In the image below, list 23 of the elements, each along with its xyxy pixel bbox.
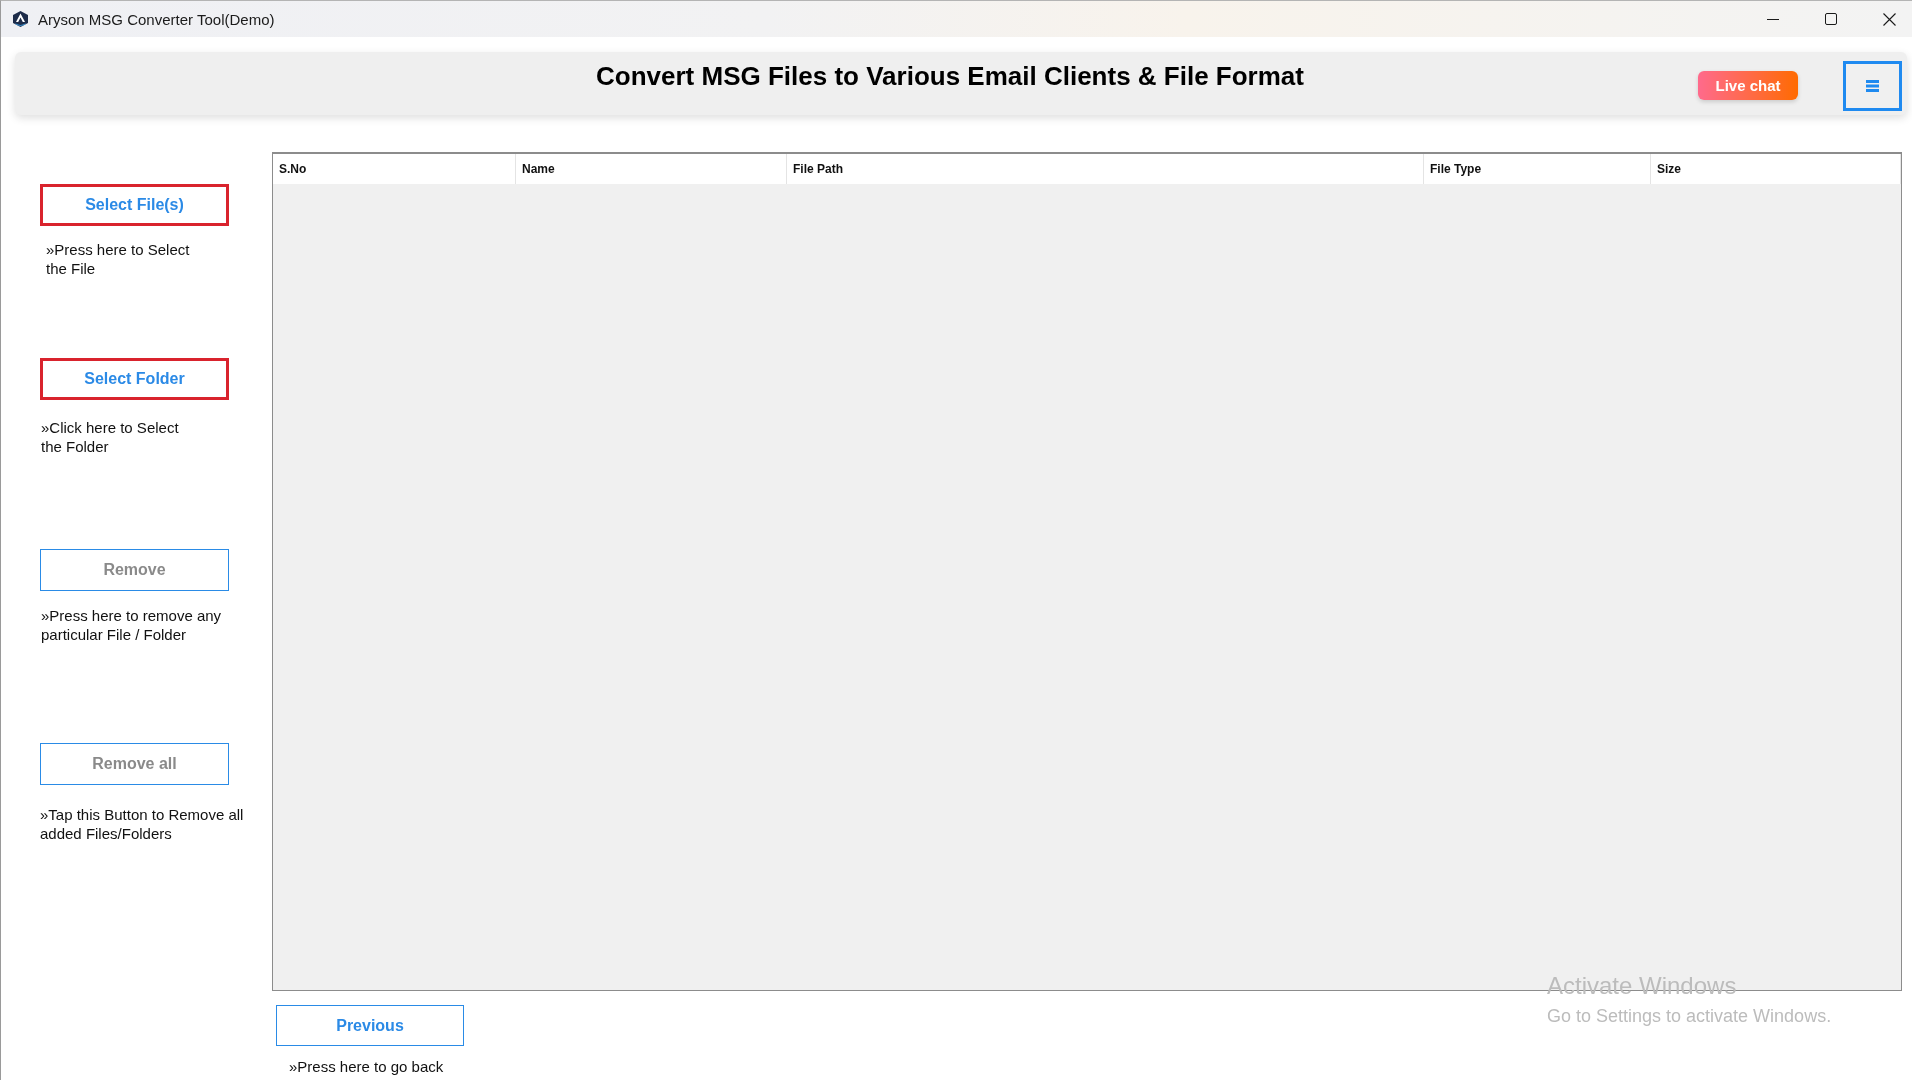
live-chat-button[interactable]: Live chat	[1698, 71, 1798, 100]
action-hint-text: »Press here to Select the File	[46, 240, 191, 278]
sidebar-action-button[interactable]: Select File(s)	[40, 184, 229, 226]
action-hint-text: »Click here to Select the Folder	[41, 418, 180, 456]
maximize-icon[interactable]	[1825, 13, 1837, 25]
column-header: File Path	[787, 154, 1424, 184]
column-header: S.No	[273, 154, 516, 184]
previous-button[interactable]: Previous	[276, 1005, 464, 1046]
column-header: File Type	[1424, 154, 1651, 184]
previous-hint-text: »Press here to go back	[289, 1057, 445, 1076]
menu-button[interactable]	[1843, 60, 1902, 111]
window-title: Aryson MSG Converter Tool(Demo)	[38, 10, 275, 28]
column-header: Name	[516, 154, 787, 184]
menu-icon	[1866, 79, 1879, 92]
action-hint-text: »Tap this Button to Remove all added Files/Folders	[40, 805, 245, 843]
action-hint-text: »Press here to remove any particular File / Folder	[41, 606, 223, 644]
minimize-icon[interactable]	[1767, 18, 1779, 20]
page-heading: Convert MSG Files to Various Email Clients & File Format	[596, 61, 1304, 92]
activation-notice-message: Go to Settings to activate Windows.	[1547, 1005, 1832, 1027]
close-icon[interactable]	[1883, 12, 1896, 26]
column-header: Size	[1651, 154, 1901, 184]
app-logo-icon	[13, 11, 28, 27]
sidebar-action-button[interactable]: Select Folder	[40, 358, 229, 400]
